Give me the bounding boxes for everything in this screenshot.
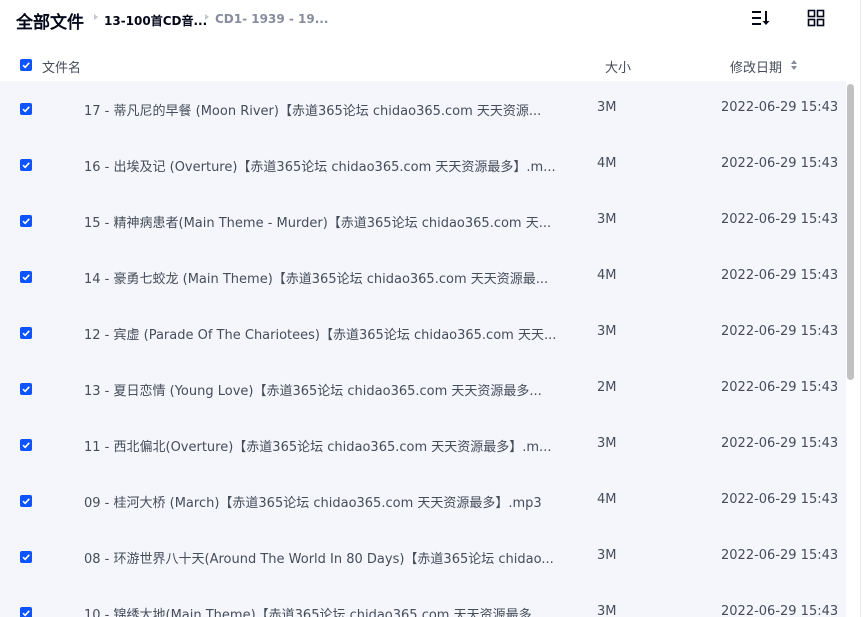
file-name[interactable]: 10 - 锦绣大地(Main Theme)【赤道365论坛 chidao365.… — [84, 604, 544, 617]
file-row[interactable]: 15 - 精神病患者(Main Theme - Murder)【赤道365论坛 … — [0, 193, 846, 249]
file-size: 4M — [597, 156, 617, 171]
sort-arrows-icon[interactable] — [791, 60, 797, 70]
checkmark-icon — [22, 610, 30, 617]
row-checkbox[interactable] — [20, 327, 32, 339]
file-name[interactable]: 17 - 蒂凡尼的早餐 (Moon River)【赤道365论坛 chidao3… — [84, 100, 541, 119]
breadcrumb-root[interactable]: 全部文件 — [16, 8, 84, 33]
column-header-size[interactable]: 大小 — [605, 57, 631, 76]
breadcrumb-middle[interactable]: 13-100首CD音... — [104, 12, 207, 29]
row-checkbox[interactable] — [20, 103, 32, 115]
breadcrumb-current: CD1- 1939 - 19... — [215, 12, 329, 26]
row-checkbox[interactable] — [20, 271, 32, 283]
file-date: 2022-06-29 15:43 — [721, 604, 839, 617]
file-size: 2M — [597, 380, 617, 395]
row-checkbox[interactable] — [20, 215, 32, 227]
file-size: 4M — [597, 492, 617, 507]
file-name[interactable]: 09 - 桂河大桥 (March)【赤道365论坛 chidao365.com … — [84, 492, 542, 511]
file-name[interactable]: 11 - 西北偏北(Overture)【赤道365论坛 chidao365.co… — [84, 436, 551, 455]
file-size: 3M — [597, 324, 617, 339]
file-row[interactable]: 08 - 环游世界八十天(Around The World In 80 Days… — [0, 529, 846, 585]
file-row[interactable]: 09 - 桂河大桥 (March)【赤道365论坛 chidao365.com … — [0, 473, 846, 529]
grid-view-icon — [807, 9, 825, 27]
sort-list-button[interactable] — [748, 6, 772, 30]
file-row[interactable]: 13 - 夏日恋情 (Young Love)【赤道365论坛 chidao365… — [0, 361, 846, 417]
breadcrumb-separator-icon — [94, 14, 98, 20]
file-date: 2022-06-29 15:43 — [721, 156, 839, 171]
file-row[interactable]: 12 - 宾虚 (Parade Of The Chariotees)【赤道365… — [0, 305, 846, 361]
breadcrumb-separator-icon — [205, 14, 209, 20]
file-name[interactable]: 12 - 宾虚 (Parade Of The Chariotees)【赤道365… — [84, 324, 556, 343]
checkmark-icon — [22, 442, 30, 449]
file-name[interactable]: 08 - 环游世界八十天(Around The World In 80 Days… — [84, 548, 554, 567]
select-all-checkbox[interactable] — [20, 59, 32, 71]
header: 全部文件 13-100首CD音... CD1- 1939 - 19... — [0, 0, 864, 40]
checkmark-icon — [22, 106, 30, 113]
file-list: 17 - 蒂凡尼的早餐 (Moon River)【赤道365论坛 chidao3… — [0, 81, 846, 617]
sort-list-icon — [752, 11, 770, 25]
file-date: 2022-06-29 15:43 — [721, 548, 839, 563]
file-date: 2022-06-29 15:43 — [721, 492, 839, 507]
row-checkbox[interactable] — [20, 439, 32, 451]
file-name[interactable]: 13 - 夏日恋情 (Young Love)【赤道365论坛 chidao365… — [84, 380, 542, 399]
file-row[interactable]: 14 - 豪勇七蛟龙 (Main Theme)【赤道365论坛 chidao36… — [0, 249, 846, 305]
grid-view-button[interactable] — [804, 6, 828, 30]
column-header: 文件名 大小 修改日期 — [0, 48, 846, 82]
file-date: 2022-06-29 15:43 — [721, 268, 839, 283]
checkmark-icon — [22, 162, 30, 169]
column-header-name[interactable]: 文件名 — [42, 57, 81, 76]
file-row[interactable]: 11 - 西北偏北(Overture)【赤道365论坛 chidao365.co… — [0, 417, 846, 473]
row-checkbox[interactable] — [20, 383, 32, 395]
file-name[interactable]: 16 - 出埃及记 (Overture)【赤道365论坛 chidao365.c… — [84, 156, 556, 175]
file-name[interactable]: 14 - 豪勇七蛟龙 (Main Theme)【赤道365论坛 chidao36… — [84, 268, 548, 287]
file-date: 2022-06-29 15:43 — [721, 380, 839, 395]
file-date: 2022-06-29 15:43 — [721, 436, 839, 451]
row-checkbox[interactable] — [20, 551, 32, 563]
file-date: 2022-06-29 15:43 — [721, 324, 839, 339]
row-checkbox[interactable] — [20, 159, 32, 171]
file-size: 3M — [597, 100, 617, 115]
file-size: 3M — [597, 436, 617, 451]
column-header-date[interactable]: 修改日期 — [730, 57, 782, 76]
checkmark-icon — [22, 330, 30, 337]
checkmark-icon — [22, 386, 30, 393]
file-size: 4M — [597, 268, 617, 283]
row-checkbox[interactable] — [20, 495, 32, 507]
scrollbar-thumb[interactable] — [847, 84, 854, 380]
file-name[interactable]: 15 - 精神病患者(Main Theme - Murder)【赤道365论坛 … — [84, 212, 551, 231]
file-row[interactable]: 16 - 出埃及记 (Overture)【赤道365论坛 chidao365.c… — [0, 137, 846, 193]
file-row[interactable]: 10 - 锦绣大地(Main Theme)【赤道365论坛 chidao365.… — [0, 585, 846, 617]
checkmark-icon — [22, 554, 30, 561]
file-date: 2022-06-29 15:43 — [721, 212, 839, 227]
checkmark-icon — [22, 498, 30, 505]
checkmark-icon — [22, 218, 30, 225]
file-size: 3M — [597, 604, 617, 617]
divider — [860, 0, 861, 617]
row-checkbox[interactable] — [20, 607, 32, 617]
file-row[interactable]: 17 - 蒂凡尼的早餐 (Moon River)【赤道365论坛 chidao3… — [0, 81, 846, 137]
file-date: 2022-06-29 15:43 — [721, 100, 839, 115]
file-browser: 全部文件 13-100首CD音... CD1- 1939 - 19... 文件名… — [0, 0, 864, 617]
checkmark-icon — [22, 274, 30, 281]
file-size: 3M — [597, 548, 617, 563]
checkmark-icon — [22, 62, 30, 69]
file-size: 3M — [597, 212, 617, 227]
